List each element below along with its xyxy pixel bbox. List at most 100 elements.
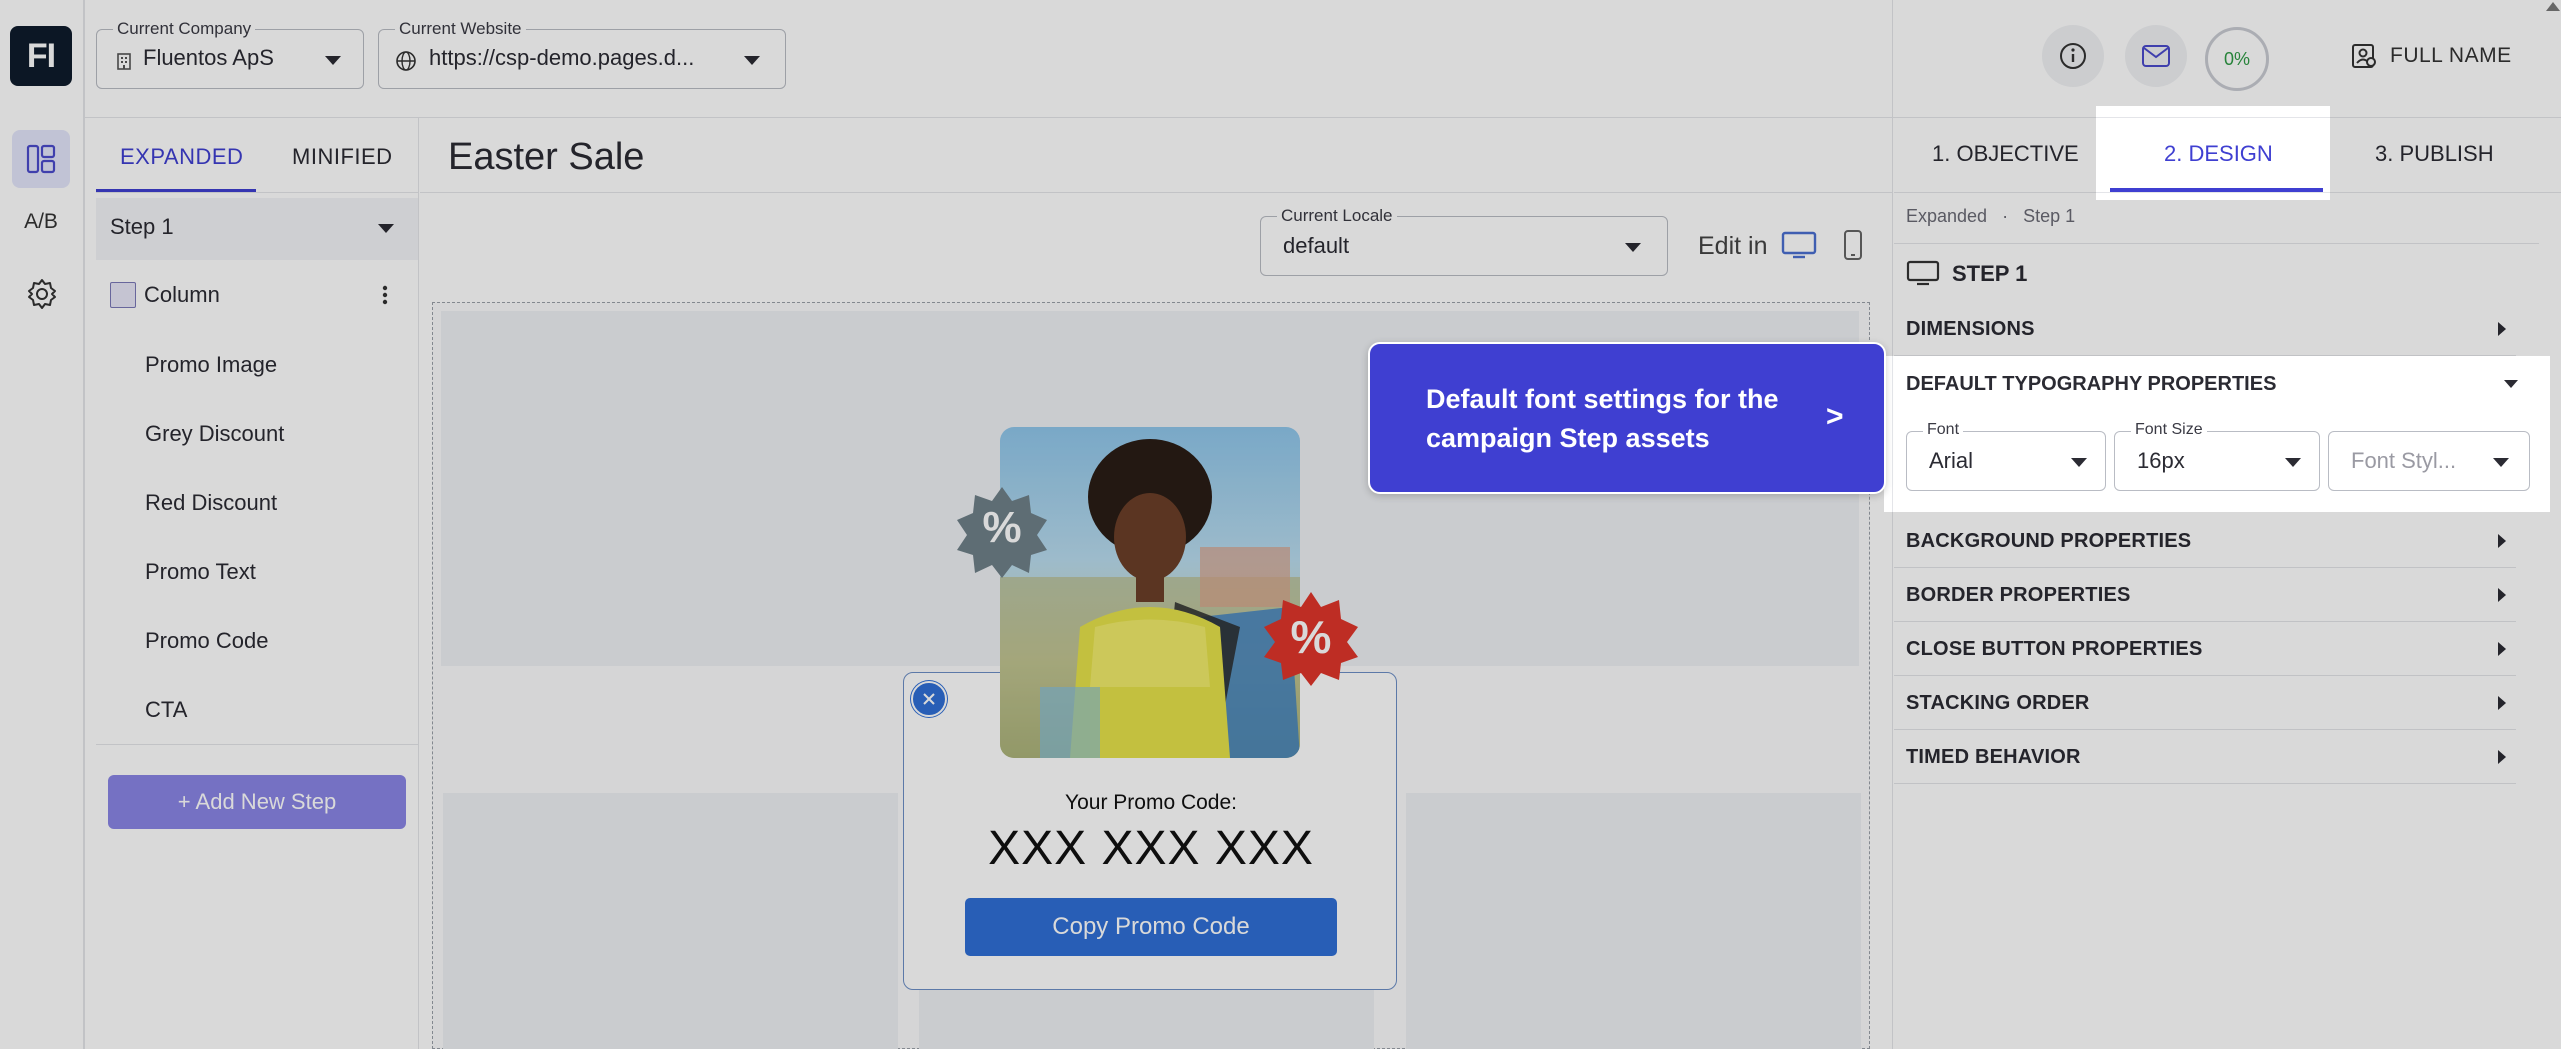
section-timed-behavior[interactable]: TIMED BEHAVIOR	[1894, 730, 2516, 784]
desktop-view-button[interactable]	[1780, 230, 1818, 265]
section-border-label: BORDER PROPERTIES	[1906, 584, 2131, 606]
breadcrumb-divider	[1894, 243, 2539, 244]
layer-item-promo-text[interactable]: Promo Text	[145, 559, 256, 585]
column-label: Column	[144, 282, 220, 307]
chevron-right-icon	[2498, 642, 2506, 656]
layers-tab-minified[interactable]: MINIFIED	[258, 130, 418, 192]
copy-promo-code-button[interactable]: Copy Promo Code	[965, 898, 1337, 956]
red-discount-badge[interactable]: %	[1262, 590, 1360, 688]
company-select-label: Current Company	[113, 19, 256, 39]
tab-minified-label: MINIFIED	[292, 144, 393, 169]
tab-publish-label: 3. PUBLISH	[2375, 141, 2494, 166]
chevron-right-icon	[2498, 534, 2506, 548]
layer-item-red-discount[interactable]: Red Discount	[145, 490, 277, 516]
tour-overlay	[2550, 356, 2561, 512]
app-logo[interactable]: FI	[10, 26, 72, 86]
section-border[interactable]: BORDER PROPERTIES	[1894, 568, 2516, 622]
section-background[interactable]: BACKGROUND PROPERTIES	[1894, 514, 2516, 568]
canvas-header-divider	[420, 192, 1892, 193]
section-dimensions[interactable]: DIMENSIONS	[1894, 302, 2516, 356]
font-style-placeholder: Font Styl...	[2351, 448, 2457, 473]
more-vertical-icon[interactable]	[382, 284, 388, 306]
chevron-right-icon	[2498, 588, 2506, 602]
chevron-down-icon	[325, 56, 341, 65]
promo-code[interactable]: XXX XXX XXX	[904, 821, 1398, 876]
layers-tabs-divider	[96, 192, 418, 193]
rail-layout-button[interactable]	[12, 130, 70, 188]
mobile-view-button[interactable]	[1842, 228, 1864, 267]
rail-ab-test-button[interactable]: A/B	[12, 210, 70, 242]
section-stacking-order[interactable]: STACKING ORDER	[1894, 676, 2516, 730]
globe-icon	[395, 50, 417, 72]
company-select[interactable]: Current Company Fluentos ApS	[96, 19, 364, 89]
rail-settings-button[interactable]	[12, 264, 70, 322]
locale-select-value: default	[1283, 233, 1350, 258]
section-title: STEP 1	[1952, 261, 2028, 286]
layer-item-cta[interactable]: CTA	[145, 697, 187, 723]
chevron-down-icon	[2285, 458, 2301, 467]
progress-indicator: 0%	[2205, 27, 2269, 91]
messages-button[interactable]	[2125, 25, 2187, 87]
grey-discount-badge[interactable]: %	[955, 485, 1049, 579]
section-typography[interactable]: DEFAULT TYPOGRAPHY PROPERTIES Font Arial…	[1894, 356, 2550, 512]
font-size-select-value: 16px	[2137, 448, 2185, 473]
canvas-block-col-3	[1406, 793, 1861, 1049]
design-panel-divider	[1892, 0, 1893, 1049]
user-name: FULL NAME	[2390, 44, 2512, 67]
scroll-up-arrow[interactable]	[2546, 2, 2560, 11]
section-typography-label: DEFAULT TYPOGRAPHY PROPERTIES	[1906, 373, 2277, 395]
chevron-down-icon	[378, 224, 394, 233]
layout-icon	[26, 144, 56, 174]
font-select[interactable]: Font Arial	[1906, 421, 2106, 491]
chevron-down-icon	[744, 56, 760, 65]
layer-item-promo-image[interactable]: Promo Image	[145, 352, 277, 378]
chevron-down-icon	[2493, 458, 2509, 467]
layer-item-promo-code[interactable]: Promo Code	[145, 628, 269, 654]
tab-design[interactable]: 2. DESIGN	[2110, 118, 2323, 192]
layer-item-grey-discount[interactable]: Grey Discount	[145, 421, 284, 447]
tour-tooltip[interactable]: Default font settings for the campaign S…	[1368, 342, 1886, 494]
font-size-select[interactable]: Font Size 16px	[2114, 421, 2320, 491]
section-dimensions-label: DIMENSIONS	[1906, 318, 2035, 340]
tab-design-label: 2. DESIGN	[2164, 141, 2273, 166]
section-stacking-order-label: STACKING ORDER	[1906, 692, 2090, 714]
website-select-value: https://csp-demo.pages.d...	[429, 45, 695, 70]
tour-next-button[interactable]: >	[1826, 400, 1844, 434]
edit-in-label: Edit in	[1698, 232, 1768, 260]
company-select-value: Fluentos ApS	[143, 45, 274, 70]
info-icon	[2058, 41, 2088, 71]
info-button[interactable]	[2042, 25, 2104, 87]
chevron-down-icon	[2071, 458, 2087, 467]
section-close-button[interactable]: CLOSE BUTTON PROPERTIES	[1894, 622, 2516, 676]
chevron-right-icon	[2498, 322, 2506, 336]
font-select-label: Font	[1923, 421, 1964, 439]
popup-close-button[interactable]	[911, 681, 947, 717]
font-size-select-label: Font Size	[2131, 421, 2207, 439]
step-select[interactable]: Step 1	[96, 198, 418, 260]
breadcrumb-expanded[interactable]: Expanded	[1906, 206, 1987, 226]
tab-expanded-label: EXPANDED	[120, 144, 244, 169]
user-menu[interactable]: FULL NAME	[2350, 38, 2550, 74]
locale-select[interactable]: Current Locale default	[1260, 206, 1668, 276]
tab-publish[interactable]: 3. PUBLISH	[2323, 118, 2539, 192]
promo-image[interactable]	[1000, 427, 1300, 758]
tab-objective[interactable]: 1. OBJECTIVE	[1894, 118, 2110, 192]
mobile-icon	[1842, 230, 1864, 266]
add-step-button[interactable]: + Add New Step	[108, 775, 406, 829]
website-select[interactable]: Current Website https://csp-demo.pages.d…	[378, 19, 786, 89]
step-select-value: Step 1	[110, 214, 174, 239]
chevron-right-icon	[2498, 696, 2506, 710]
font-style-select[interactable]: Font Styl...	[2328, 431, 2530, 491]
font-select-value: Arial	[1929, 448, 1974, 473]
layers-panel-divider	[418, 118, 419, 1049]
layers-tab-expanded[interactable]: EXPANDED	[96, 130, 256, 192]
campaign-title[interactable]: Easter Sale	[448, 136, 644, 179]
layer-column[interactable]: Column	[96, 270, 418, 320]
chevron-down-icon	[2504, 380, 2518, 388]
promo-label[interactable]: Your Promo Code:	[904, 791, 1398, 815]
layers-list-divider	[96, 744, 418, 745]
breadcrumb-step[interactable]: Step 1	[2023, 206, 2075, 226]
breadcrumb-separator: ·	[2002, 206, 2009, 226]
grey-discount-label: %	[982, 503, 1022, 552]
tour-tooltip-text: Default font settings for the campaign S…	[1426, 384, 1779, 453]
